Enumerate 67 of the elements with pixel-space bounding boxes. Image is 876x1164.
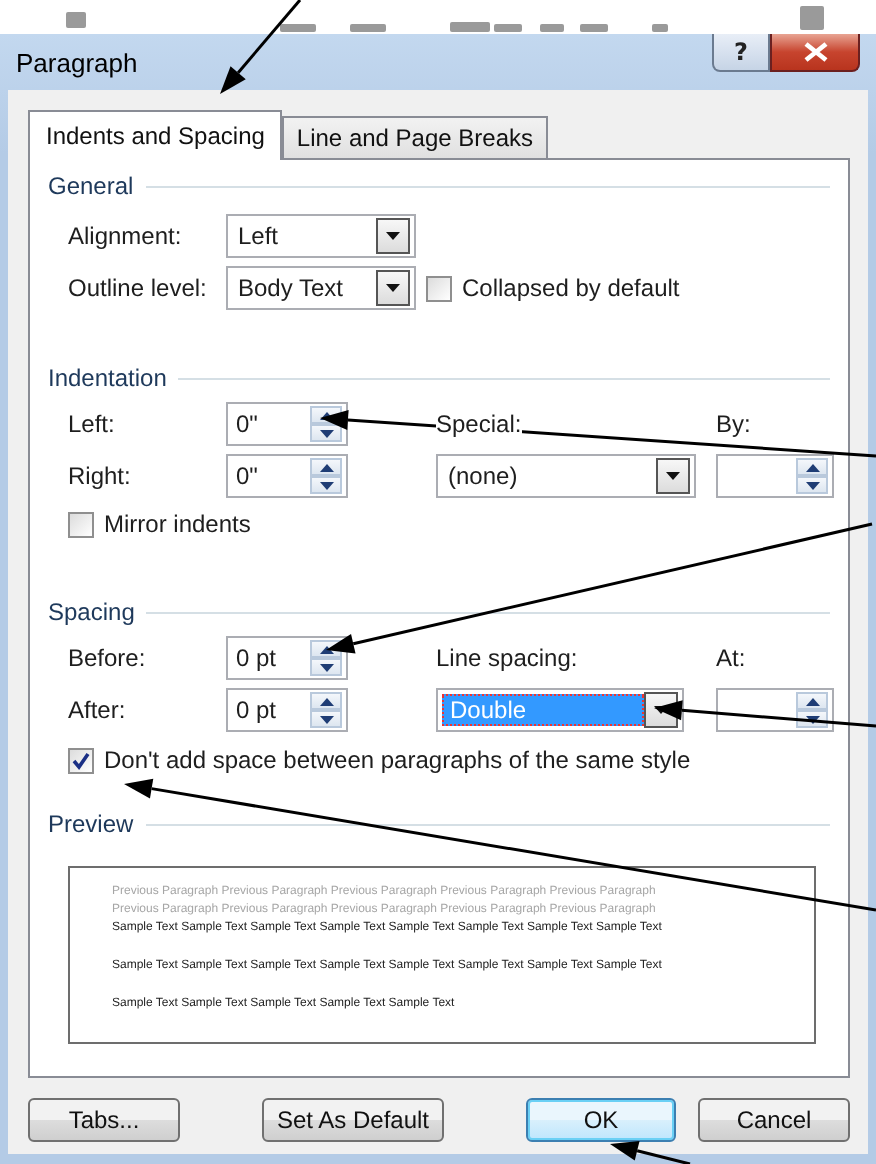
field-label: Before: (68, 644, 146, 672)
checkbox-label: Don't add space between paragraphs of the same style (104, 746, 691, 774)
checkbox-label: Mirror indents (104, 510, 251, 538)
annotation-arrow (610, 1141, 691, 1164)
annotation-arrow (220, 0, 302, 94)
down-arrow-icon (805, 715, 819, 723)
down-arrow-icon (805, 481, 819, 489)
caret-icon (386, 232, 400, 240)
field-label: Special: (436, 410, 522, 438)
spin-field[interactable]: 0 pt (226, 688, 348, 732)
field-label: Right: (68, 462, 131, 490)
dropdown-field[interactable]: Left (226, 214, 416, 258)
field-label: Outline level: (68, 274, 207, 302)
dialog-button[interactable]: Tabs... (28, 1098, 180, 1142)
help-button[interactable]: ? (712, 34, 770, 72)
dropdown-field[interactable]: Body Text (226, 266, 416, 310)
down-arrow-icon (319, 481, 333, 489)
up-arrow-button[interactable] (796, 692, 828, 710)
up-arrow-icon (805, 463, 819, 471)
field-label: Line spacing: (436, 644, 578, 672)
field-label: After: (68, 696, 126, 724)
up-arrow-icon (319, 463, 333, 471)
dialog-button[interactable]: Set As Default (262, 1098, 444, 1142)
section-title: Spacing (48, 598, 135, 626)
down-arrow-icon (319, 715, 333, 723)
up-arrow-button[interactable] (310, 458, 342, 476)
spin-field[interactable] (716, 454, 834, 498)
tab[interactable]: Line and Page Breaks (282, 116, 548, 158)
dialog-button[interactable]: Cancel (698, 1098, 850, 1142)
dropdown-field[interactable]: (none) (436, 454, 696, 498)
dropdown-button[interactable] (656, 458, 690, 494)
dropdown-button[interactable] (376, 218, 410, 254)
field-label: At: (716, 644, 746, 672)
close-button[interactable] (770, 34, 860, 72)
up-arrow-button[interactable] (796, 458, 828, 476)
down-arrow-button[interactable] (310, 424, 342, 442)
checkbox[interactable] (426, 275, 452, 301)
section-title: General (48, 172, 134, 200)
caret-icon (666, 472, 680, 480)
field-label: Left: (68, 410, 115, 438)
dropdown-button[interactable] (376, 270, 410, 306)
up-arrow-icon (805, 697, 819, 705)
spin-field[interactable]: 0 pt (226, 636, 348, 680)
field-label: By: (716, 410, 751, 438)
up-arrow-icon (319, 645, 333, 653)
tab[interactable]: Indents and Spacing (28, 110, 283, 160)
window-title: Paragraph (14, 46, 138, 78)
checkbox[interactable] (68, 747, 94, 773)
section-title: Preview (48, 810, 134, 838)
down-arrow-button[interactable] (796, 476, 828, 494)
spin-field[interactable]: 0" (226, 402, 348, 446)
down-arrow-button[interactable] (310, 710, 342, 728)
down-arrow-button[interactable] (310, 658, 342, 676)
checkbox[interactable] (68, 511, 94, 537)
up-arrow-button[interactable] (310, 692, 342, 710)
up-arrow-icon (319, 697, 333, 705)
section-title: Indentation (48, 364, 167, 392)
dialog-button[interactable]: OK (526, 1098, 676, 1142)
down-arrow-button[interactable] (310, 476, 342, 494)
down-arrow-icon (319, 663, 333, 671)
down-arrow-icon (319, 429, 333, 437)
close-icon (803, 42, 827, 62)
checkbox-label: Collapsed by default (462, 274, 680, 302)
caret-icon (386, 284, 400, 292)
field-label: Alignment: (68, 222, 182, 250)
spin-field[interactable]: 0" (226, 454, 348, 498)
spin-field[interactable] (716, 688, 834, 732)
